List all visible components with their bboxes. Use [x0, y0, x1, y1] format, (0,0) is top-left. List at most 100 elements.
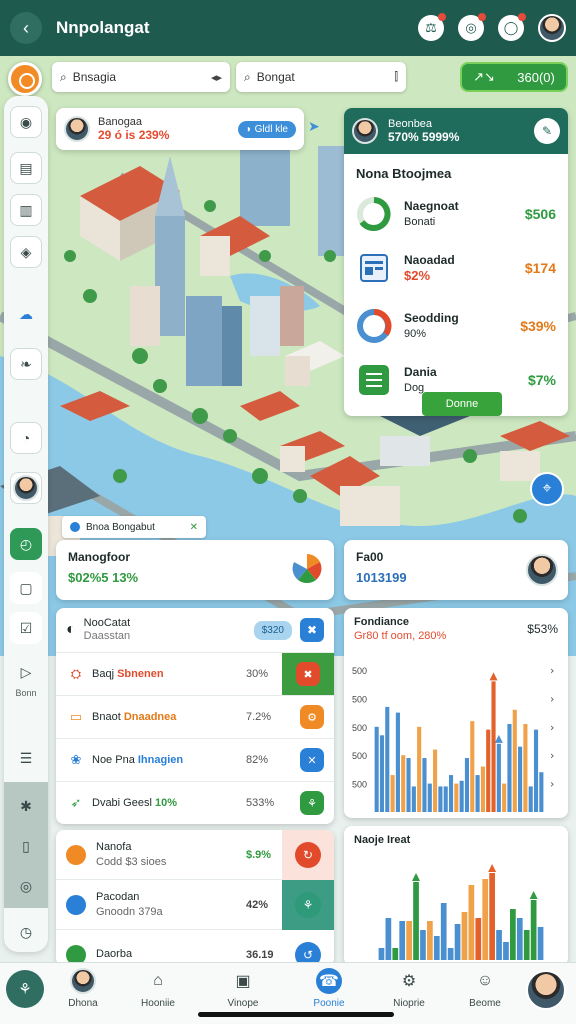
chart-bar[interactable]	[374, 726, 379, 812]
close-icon[interactable]: ✕	[190, 522, 198, 533]
activity-action[interactable]: ↻	[282, 830, 334, 880]
pie-icon[interactable]: ◔	[10, 422, 42, 454]
chart-bar[interactable]	[518, 746, 523, 812]
chart-bar[interactable]	[475, 775, 480, 812]
chart-bar[interactable]	[413, 882, 419, 960]
user-avatar[interactable]	[538, 14, 566, 42]
list-row[interactable]: ⛭ Baqj Sbnenen 30% ✖	[56, 652, 334, 696]
stat-pill[interactable]: ↗↘ 360(0)	[460, 62, 568, 92]
chart-bar[interactable]	[516, 918, 523, 960]
leaf-menu-button[interactable]: ⚘	[6, 970, 44, 1008]
chart-bar[interactable]	[390, 775, 395, 812]
timer-icon[interactable]: ◴	[10, 528, 42, 560]
list-row[interactable]: ▭ Bnaot Dnaadnea 7.2% ⚙	[56, 695, 334, 738]
chart-bar[interactable]	[395, 712, 400, 812]
row-action-button[interactable]: ✖	[282, 652, 334, 696]
chart-bar[interactable]	[420, 930, 426, 960]
settings-icon[interactable]: ◎	[10, 870, 42, 902]
chart-bar[interactable]	[454, 924, 461, 960]
chart-bar[interactable]	[468, 885, 475, 960]
project-row[interactable]: Seodding 90% $39%	[356, 304, 556, 348]
nav-item-6[interactable]: ☺ Beome	[450, 968, 520, 1009]
circle-target-icon[interactable]: ◉	[10, 106, 42, 138]
chart-bar[interactable]	[392, 948, 399, 960]
nav-item-5[interactable]: ⚙ Nioprie	[374, 968, 444, 1009]
chart-bar[interactable]	[539, 772, 544, 812]
activity-row[interactable]: Nanofa Codd $3 sioes $.9% ↻	[56, 830, 334, 880]
chart-bar[interactable]	[447, 948, 454, 960]
puzzle-icon[interactable]: ✱	[10, 790, 42, 822]
chevron-right-icon[interactable]: ›	[550, 692, 554, 705]
bar-chart[interactable]: 500 › 500 › 500 › 500 › 500 ›	[344, 660, 568, 818]
chart-bar[interactable]	[417, 726, 422, 812]
clipboard-icon[interactable]: ▥	[10, 194, 42, 226]
clock-icon[interactable]: ◷	[10, 916, 42, 948]
leaf-icon[interactable]: ❧	[10, 348, 42, 380]
checklist-icon[interactable]: ☑	[10, 612, 42, 644]
project-row[interactable]: Naegnoat Bonati $506	[356, 192, 556, 236]
chart-bar[interactable]	[528, 786, 533, 812]
row-action-button[interactable]: ⚘	[300, 791, 324, 815]
nav-item-2[interactable]: ⌂ Hooniie	[123, 968, 193, 1009]
activity-action[interactable]: ↺	[282, 929, 334, 966]
chart-bar[interactable]	[401, 755, 406, 812]
chart-bar[interactable]	[507, 723, 512, 812]
chart-bar[interactable]	[422, 758, 427, 812]
chart-bar[interactable]	[523, 930, 530, 960]
bell-icon[interactable]: ◯	[498, 13, 526, 41]
chevron-right-icon[interactable]: ›	[550, 721, 554, 734]
list-row[interactable]: ❀ Noe Pna Ihnagien 82% ✕	[56, 738, 334, 781]
map-tag-chip[interactable]: Bnoa Bongabut ✕	[62, 516, 206, 538]
sidebar-avatar[interactable]	[10, 472, 42, 504]
chart-bar[interactable]	[385, 918, 392, 960]
chart-bar[interactable]	[399, 921, 406, 960]
list-badge[interactable]: $320	[253, 620, 292, 640]
chart-bar[interactable]	[470, 721, 475, 812]
profile-avatar-button[interactable]	[526, 970, 566, 1010]
chart-bar[interactable]	[461, 912, 468, 960]
nav-item-4[interactable]: ☎ Poonie	[294, 968, 364, 1009]
chart-bar[interactable]	[512, 709, 517, 812]
chart-bar[interactable]	[502, 783, 507, 812]
nav-item-1[interactable]: Dhona	[48, 968, 118, 1009]
row-action-button[interactable]: ⚙	[300, 705, 324, 729]
chart-bar[interactable]	[533, 729, 539, 812]
edit-icon[interactable]: ✎	[534, 118, 560, 144]
activity-row[interactable]: Pacodan Gnoodn 379a 42% ⚘	[56, 879, 334, 930]
chart-bar[interactable]	[464, 758, 470, 812]
calendar-icon[interactable]: ▤	[10, 152, 42, 184]
globe-icon[interactable]: ◎	[458, 13, 486, 41]
location-fab[interactable]	[8, 62, 42, 96]
chart-bar[interactable]	[454, 783, 459, 812]
search-input-primary[interactable]: ⌕ Bnsagia ◂▸	[52, 62, 230, 92]
chart-bar[interactable]	[523, 723, 528, 812]
projects-done-button[interactable]: Donne	[422, 392, 502, 416]
chart-bar[interactable]	[496, 743, 501, 812]
activity-action[interactable]: ⚘	[282, 879, 334, 930]
chart-bar[interactable]	[378, 948, 385, 960]
chevron-right-icon[interactable]: ›	[550, 749, 554, 762]
chart-bar[interactable]	[443, 786, 448, 812]
chevron-right-icon[interactable]: ›	[550, 664, 554, 677]
profile-card[interactable]: Banogaa 29 ó is 239% ◗ Gldl kle	[56, 108, 304, 150]
chart-bar[interactable]	[475, 918, 482, 960]
chevron-right-icon[interactable]: ›	[550, 778, 554, 791]
user-search-icon[interactable]: ⚖	[418, 13, 446, 41]
chart-bar[interactable]	[491, 681, 496, 812]
chart-bar[interactable]	[482, 879, 489, 960]
document-icon[interactable]: ☰	[10, 742, 42, 774]
square-icon[interactable]: ▢	[10, 572, 42, 604]
back-button[interactable]: ‹	[10, 12, 42, 44]
navigate-icon[interactable]: ⌖	[530, 472, 564, 506]
row-action-button[interactable]: ✕	[300, 748, 324, 772]
filter-toggle[interactable]: ◂▸	[211, 71, 222, 84]
chart-bar[interactable]	[537, 927, 544, 960]
sort-icon[interactable]: ⫿	[394, 71, 398, 84]
report-card[interactable]: Fa00 1013199	[344, 540, 568, 600]
send-icon[interactable]: ➤	[308, 118, 320, 135]
chart-bar[interactable]	[406, 758, 411, 812]
chart-bar[interactable]	[503, 942, 509, 960]
tag-icon[interactable]: ◈	[10, 236, 42, 268]
bar-chart[interactable]	[344, 856, 568, 966]
chart-bar[interactable]	[427, 921, 433, 960]
